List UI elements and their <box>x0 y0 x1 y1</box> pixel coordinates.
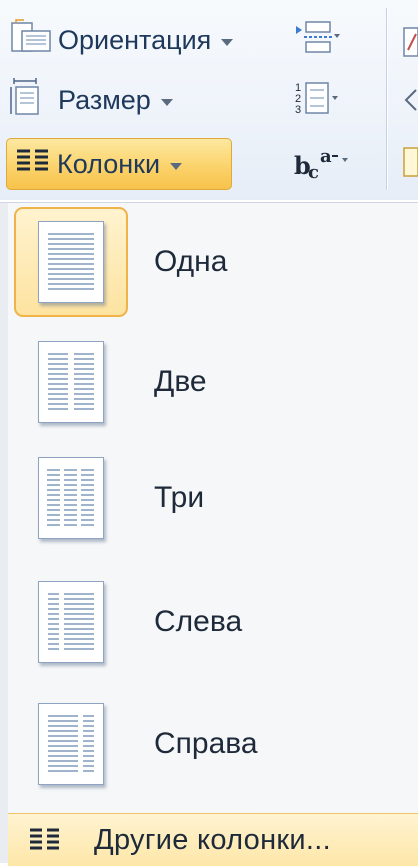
line-numbers-icon: 1 2 3 <box>295 82 338 116</box>
page-breaks-icon <box>296 21 340 53</box>
right-column-icon <box>38 703 104 785</box>
menu-item-one-column[interactable]: Одна <box>14 207 414 317</box>
thumbnail-frame <box>14 207 128 317</box>
chevron-down-icon <box>170 162 183 170</box>
menu-item-label: Три <box>154 481 205 514</box>
svg-text:c: c <box>308 162 319 182</box>
two-columns-icon <box>38 341 104 423</box>
page-size-icon <box>10 77 52 123</box>
breaks-button[interactable] <box>294 20 340 56</box>
thumbnail-frame <box>14 689 128 799</box>
one-column-icon <box>38 221 104 303</box>
menu-item-label: Справа <box>154 727 258 760</box>
thumbnail-frame <box>14 443 128 553</box>
orientation-button[interactable]: Ориентация <box>10 18 234 62</box>
orientation-label: Ориентация <box>58 24 212 55</box>
page-setup-ribbon: Ориентация Размер Колонки 1 2 3 b c a <box>0 0 418 200</box>
columns-icon <box>15 147 51 182</box>
menu-item-label: Две <box>154 365 207 398</box>
chevron-down-icon <box>221 38 234 46</box>
svg-text:3: 3 <box>295 104 301 116</box>
columns-icon <box>28 826 62 854</box>
page-color-icon[interactable] <box>402 146 418 178</box>
line-numbers-button[interactable]: 1 2 3 <box>294 80 340 118</box>
menu-item-two-columns[interactable]: Две <box>14 327 414 437</box>
menu-item-label: Одна <box>154 245 228 278</box>
left-column-icon <box>38 581 104 663</box>
indent-arrow-icon[interactable] <box>404 86 418 114</box>
columns-label: Колонки <box>57 148 161 179</box>
hyphenation-button[interactable]: b c a <box>294 142 354 182</box>
columns-button[interactable]: Колонки <box>6 138 232 190</box>
menu-gutter <box>0 203 8 863</box>
orientation-icon <box>10 18 52 62</box>
svg-text:a: a <box>320 146 332 167</box>
thumbnail-frame <box>14 327 128 437</box>
chevron-down-icon <box>160 98 173 106</box>
hyphenation-icon: b c a <box>294 146 348 182</box>
thumbnail-frame <box>14 567 128 677</box>
menu-item-label: Слева <box>154 605 243 638</box>
columns-dropdown-menu: Одна Две Три Слева Справа Другие колонки… <box>0 202 418 866</box>
size-button[interactable]: Размер <box>10 77 173 123</box>
size-label: Размер <box>58 84 151 115</box>
menu-item-right-column[interactable]: Справа <box>14 689 414 799</box>
more-columns-menu-item[interactable]: Другие колонки... <box>8 813 418 866</box>
menu-item-left-column[interactable]: Слева <box>14 567 414 677</box>
ribbon-separator <box>386 8 387 190</box>
more-columns-label: Другие колонки... <box>94 823 331 856</box>
three-columns-icon <box>38 457 104 539</box>
watermark-icon[interactable] <box>402 26 418 58</box>
menu-item-three-columns[interactable]: Три <box>14 443 414 553</box>
